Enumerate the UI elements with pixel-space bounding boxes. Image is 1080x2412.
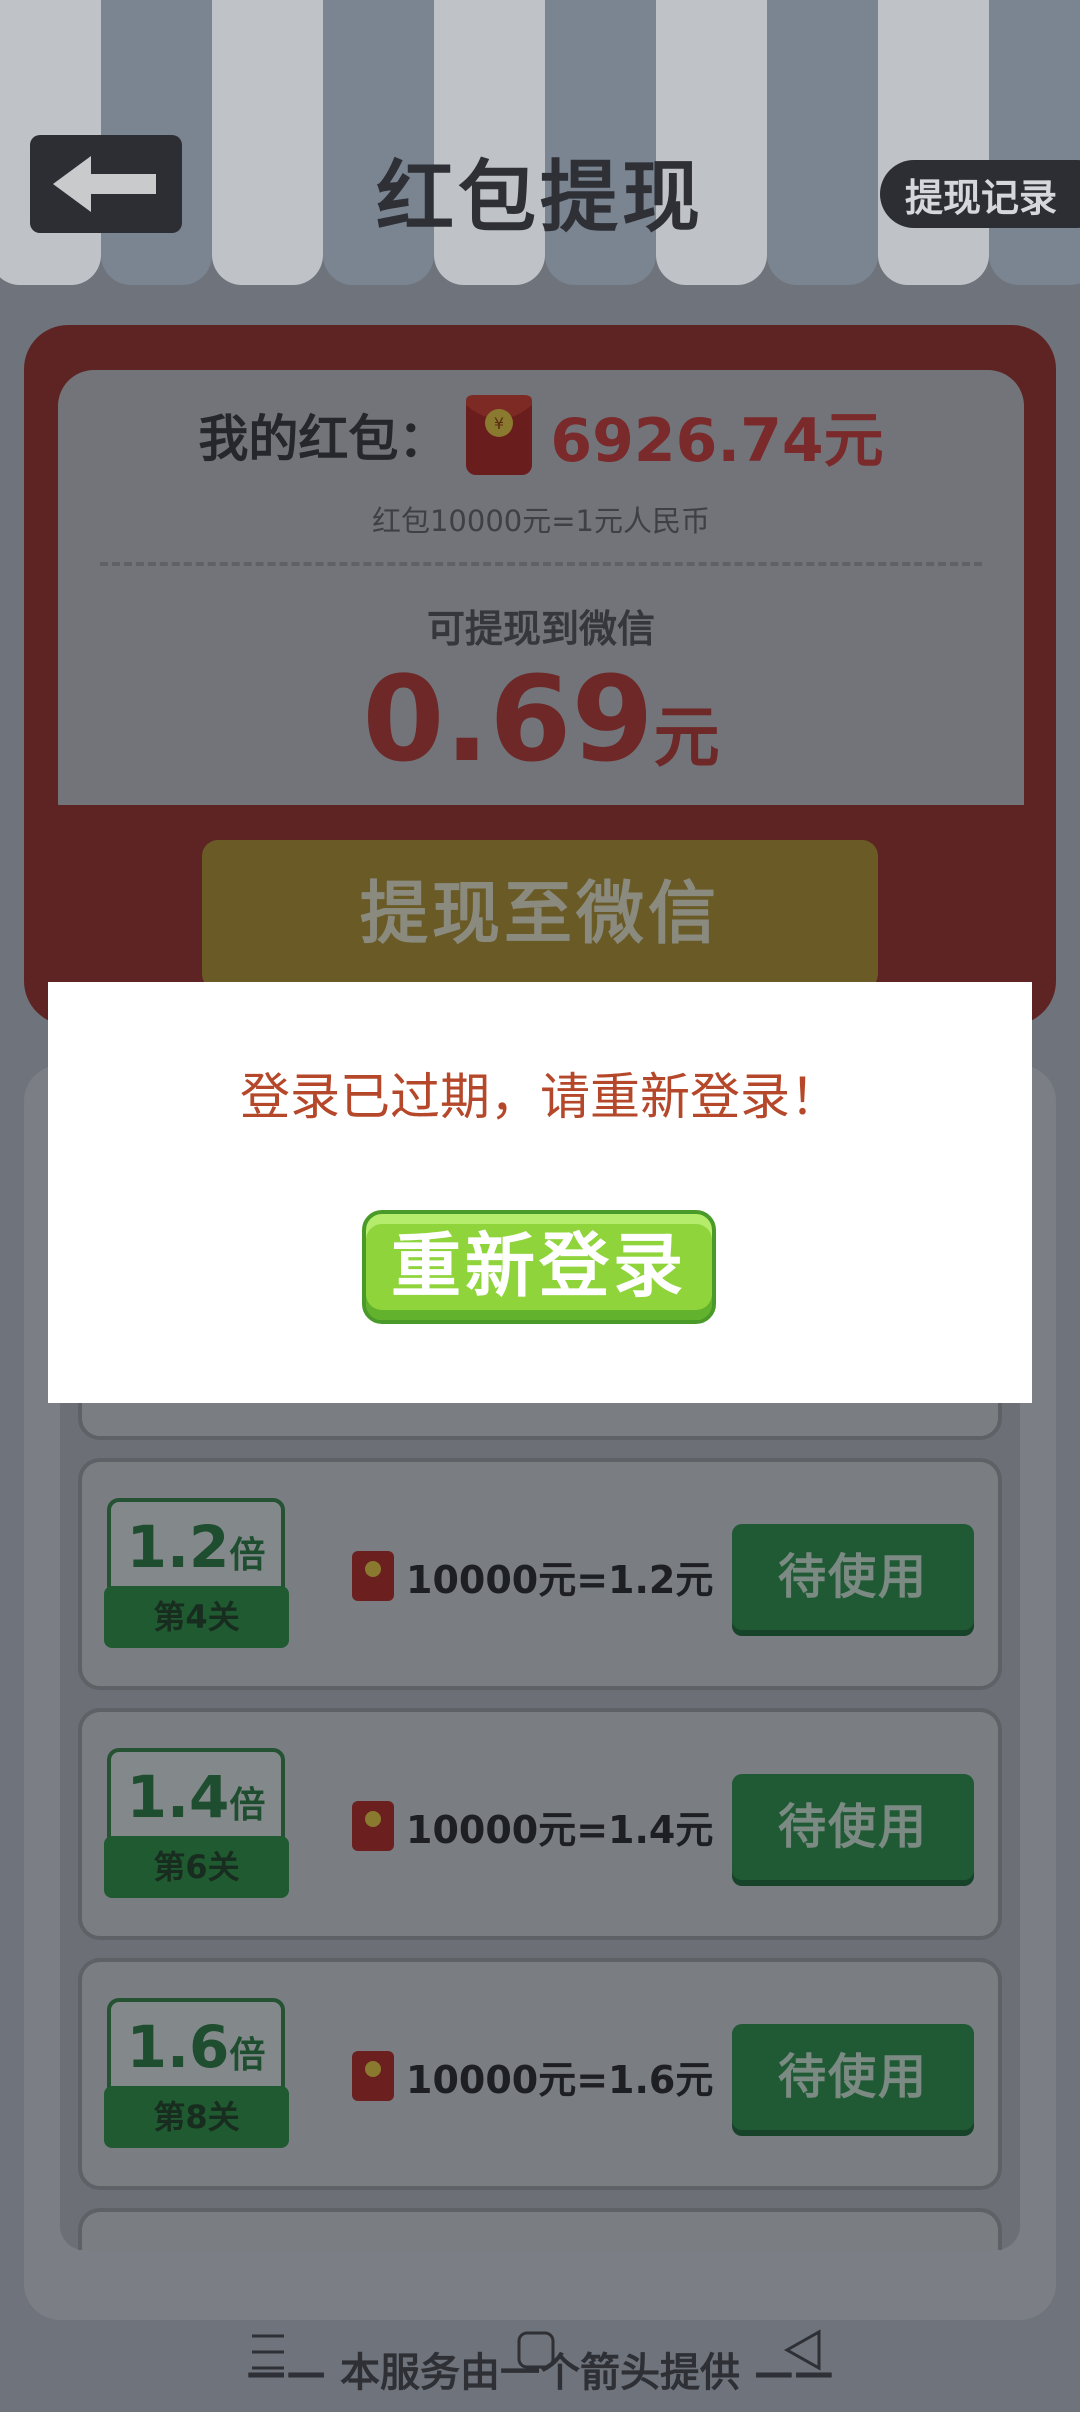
back-nav-icon[interactable] xyxy=(783,2328,823,2372)
multiplier-unit: 倍 xyxy=(229,1785,266,1826)
my-redpack-row: 我的红包： ¥ 6926.74元 xyxy=(58,390,1024,480)
home-nav-icon[interactable] xyxy=(516,2330,556,2370)
list-item: 1.2倍 第4关 10000元=1.2元 待使用 xyxy=(78,1458,1002,1690)
multiplier-badge: 1.6倍 第8关 xyxy=(104,1998,289,2148)
wechat-amount-unit: 元 xyxy=(653,699,720,776)
rate-info: 10000元=1.2元 xyxy=(352,1546,713,1606)
multiplier-value: 1.4 xyxy=(126,1763,230,1831)
list-item: 1.6倍 第8关 10000元=1.6元 待使用 xyxy=(78,1958,1002,2190)
red-envelope-icon xyxy=(352,1551,394,1601)
rate-info: 10000元=1.4元 xyxy=(352,1796,713,1856)
rate-info: 10000元=1.6元 xyxy=(352,2046,713,2106)
multiplier-value: 1.2 xyxy=(126,1513,230,1581)
exchange-rate-text: 红包10000元=1元人民币 xyxy=(371,504,710,538)
level-label: 第4关 xyxy=(104,1586,289,1648)
my-redpack-label: 我的红包： xyxy=(198,410,449,468)
level-label: 第8关 xyxy=(104,2086,289,2148)
login-expired-dialog: 登录已过期，请重新登录！ 重新登录 xyxy=(48,982,1032,1403)
rate-text: 10000元=1.4元 xyxy=(406,1807,714,1852)
dashed-divider xyxy=(100,562,982,566)
pending-use-button[interactable]: 待使用 xyxy=(732,1774,974,1880)
my-redpack-amount: 6926.74元 xyxy=(550,405,884,476)
withdraw-to-wechat-button[interactable]: 提现至微信 xyxy=(202,840,878,990)
wechat-withdraw-amount: 0.69元 xyxy=(58,650,1024,788)
list-item xyxy=(78,2208,1002,2250)
multiplier-unit: 倍 xyxy=(229,1535,266,1576)
svg-text:¥: ¥ xyxy=(494,414,504,433)
withdraw-record-button[interactable]: 提现记录 xyxy=(880,160,1080,228)
red-envelope-icon xyxy=(352,1801,394,1851)
rate-text: 10000元=1.6元 xyxy=(406,2057,714,2102)
red-envelope-icon: ¥ xyxy=(466,395,533,475)
relogin-button[interactable]: 重新登录 xyxy=(362,1210,716,1324)
list-item: 1.4倍 第6关 10000元=1.4元 待使用 xyxy=(78,1708,1002,1940)
rate-text: 10000元=1.2元 xyxy=(406,1557,714,1602)
pending-use-button[interactable]: 待使用 xyxy=(732,2024,974,2130)
pending-use-button[interactable]: 待使用 xyxy=(732,1524,974,1630)
wechat-amount-value: 0.69 xyxy=(362,650,654,788)
dialog-message: 登录已过期，请重新登录！ xyxy=(240,1068,840,1126)
multiplier-badge: 1.2倍 第4关 xyxy=(104,1498,289,1648)
level-label: 第6关 xyxy=(104,1836,289,1898)
multiplier-value: 1.6 xyxy=(126,2013,230,2081)
red-envelope-icon xyxy=(352,2051,394,2101)
multiplier-unit: 倍 xyxy=(229,2035,266,2076)
menu-nav-icon[interactable] xyxy=(248,2330,288,2374)
wechat-withdraw-label: 可提现到微信 xyxy=(426,607,655,651)
system-nav-bar xyxy=(0,2320,1080,2380)
multiplier-badge: 1.4倍 第6关 xyxy=(104,1748,289,1898)
